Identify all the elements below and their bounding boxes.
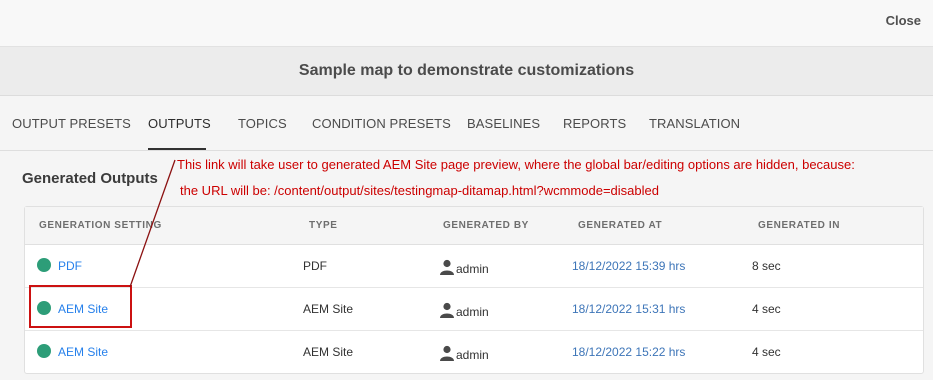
generated-in: 4 sec xyxy=(752,302,781,316)
table-row: PDF PDF admin 18/12/2022 15:39 hrs 8 sec xyxy=(25,245,923,288)
generated-in: 8 sec xyxy=(752,259,781,273)
active-tab-indicator xyxy=(148,148,206,150)
map-title: Sample map to demonstrate customizations xyxy=(298,62,635,79)
tab-topics[interactable]: TOPICS xyxy=(238,116,287,131)
user-name: admin xyxy=(456,348,489,362)
close-button[interactable]: Close xyxy=(886,13,921,28)
tab-reports[interactable]: REPORTS xyxy=(563,116,626,131)
output-type: AEM Site xyxy=(303,302,354,316)
tab-output-presets[interactable]: OUTPUT PRESETS xyxy=(12,116,131,131)
table-row: AEM Site AEM Site admin 18/12/2022 15:31… xyxy=(25,288,923,331)
user-name: admin xyxy=(456,305,489,319)
generated-by: admin xyxy=(439,302,489,319)
output-type: PDF xyxy=(303,259,327,273)
column-header-generated-at[interactable]: GENERATED AT xyxy=(578,220,662,231)
generated-outputs-table: GENERATION SETTING TYPE GENERATED BY GEN… xyxy=(24,206,924,374)
generated-at-link[interactable]: 18/12/2022 15:39 hrs xyxy=(572,259,685,273)
generated-at-link[interactable]: 18/12/2022 15:22 hrs xyxy=(572,345,685,359)
section-title: Generated Outputs xyxy=(22,170,158,187)
user-name: admin xyxy=(456,262,489,276)
tab-condition-presets[interactable]: CONDITION PRESETS xyxy=(312,116,451,131)
output-type: AEM Site xyxy=(303,345,354,359)
success-status-icon xyxy=(37,258,51,272)
tab-outputs[interactable]: OUTPUTS xyxy=(148,116,211,131)
annotation-line-1: This link will take user to generated AE… xyxy=(177,157,855,172)
success-status-icon xyxy=(37,344,51,358)
tab-translation[interactable]: TRANSLATION xyxy=(649,116,740,131)
column-header-generation-setting[interactable]: GENERATION SETTING xyxy=(39,220,162,231)
map-title-bar: Sample map to demonstrate customizations xyxy=(0,47,933,96)
user-icon xyxy=(440,345,454,361)
column-header-generated-in[interactable]: GENERATED IN xyxy=(758,220,840,231)
generated-at-link[interactable]: 18/12/2022 15:31 hrs xyxy=(572,302,685,316)
table-row: AEM Site AEM Site admin 18/12/2022 15:22… xyxy=(25,331,923,373)
output-link[interactable]: PDF xyxy=(58,259,82,273)
output-link[interactable]: AEM Site xyxy=(58,345,108,359)
generated-by: admin xyxy=(439,259,489,276)
annotation-highlight-box xyxy=(29,285,132,328)
top-bar: Close xyxy=(0,0,933,47)
generated-in: 4 sec xyxy=(752,345,781,359)
user-icon xyxy=(440,302,454,318)
annotation-line-2: the URL will be: /content/output/sites/t… xyxy=(180,183,659,198)
generated-by: admin xyxy=(439,345,489,362)
tab-baselines[interactable]: BASELINES xyxy=(467,116,540,131)
column-header-generated-by[interactable]: GENERATED BY xyxy=(443,220,529,231)
table-header: GENERATION SETTING TYPE GENERATED BY GEN… xyxy=(25,207,923,245)
tab-bar: OUTPUT PRESETS OUTPUTS TOPICS CONDITION … xyxy=(0,96,933,151)
column-header-type[interactable]: TYPE xyxy=(309,220,338,231)
user-icon xyxy=(440,259,454,275)
